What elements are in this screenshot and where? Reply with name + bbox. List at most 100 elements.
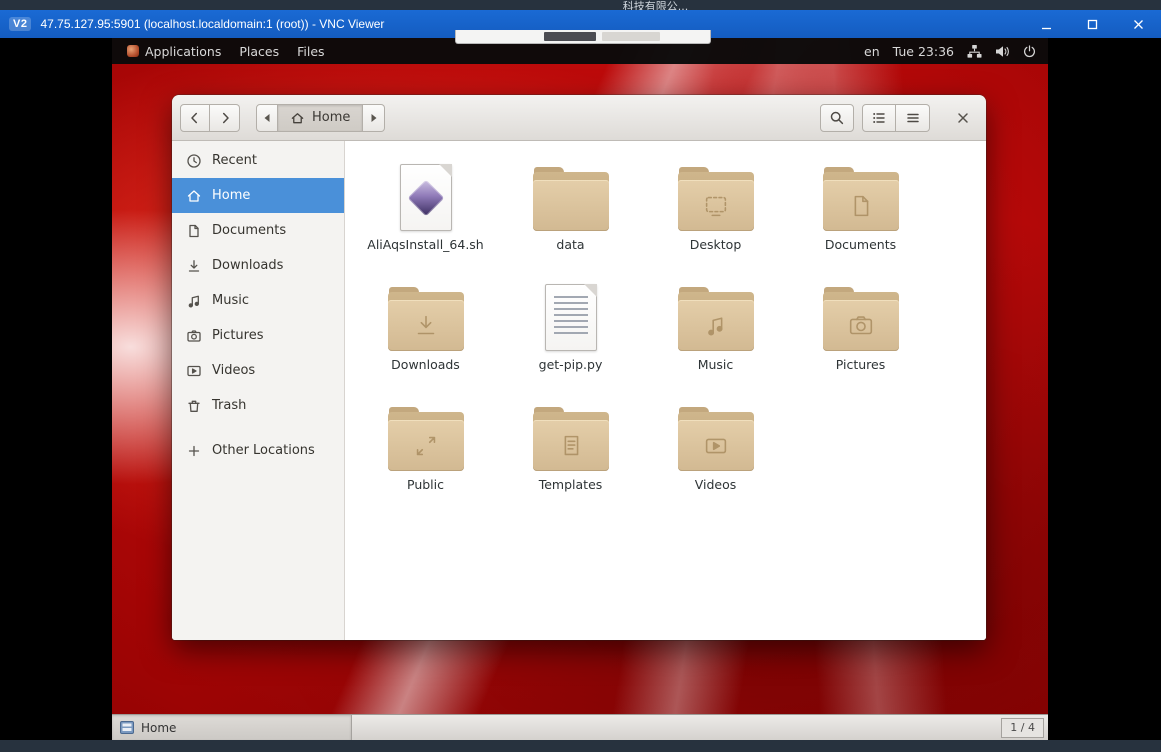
recent-icon bbox=[186, 153, 202, 169]
close-icon bbox=[956, 111, 970, 125]
file-item-music[interactable]: Music bbox=[651, 277, 781, 375]
close-button[interactable] bbox=[1115, 10, 1161, 38]
view-options-group bbox=[862, 104, 930, 132]
topbar-menu-files[interactable]: Files bbox=[288, 38, 333, 64]
topbar-menu-applications[interactable]: Applications bbox=[118, 38, 230, 64]
vnc-logo-icon: V2 bbox=[9, 17, 31, 31]
path-home-button[interactable]: Home bbox=[278, 104, 363, 132]
sidebar-item-documents[interactable]: Documents bbox=[172, 213, 344, 248]
file-label: Videos bbox=[695, 477, 737, 492]
file-label: get-pip.py bbox=[539, 357, 603, 372]
back-button[interactable] bbox=[180, 104, 210, 132]
file-item-downloads[interactable]: Downloads bbox=[361, 277, 491, 375]
file-manager-icon bbox=[120, 721, 134, 734]
sidebar-item-label: Other Locations bbox=[212, 443, 315, 458]
file-item-public[interactable]: Public bbox=[361, 397, 491, 495]
maximize-button[interactable] bbox=[1069, 10, 1115, 38]
close-icon bbox=[1133, 19, 1144, 30]
plus-icon bbox=[186, 443, 202, 459]
host-desktop-edge bbox=[0, 740, 1161, 752]
search-button[interactable] bbox=[820, 104, 854, 132]
chevron-left-icon bbox=[187, 110, 203, 126]
taskbar-window-button-home[interactable]: Home bbox=[112, 715, 352, 740]
file-item-templates[interactable]: Templates bbox=[506, 397, 636, 495]
forward-button[interactable] bbox=[210, 104, 240, 132]
list-view-button[interactable] bbox=[862, 104, 896, 132]
file-label: AliAqsInstall_64.sh bbox=[367, 237, 483, 252]
file-label: Templates bbox=[539, 477, 603, 492]
files-grid: AliAqsInstall_64.sh data Desktop Documents D… bbox=[345, 141, 986, 640]
host-background-window-title: 科技有限公... bbox=[0, 0, 1161, 10]
folder-icon bbox=[678, 277, 754, 351]
folder-icon bbox=[388, 277, 464, 351]
file-label: Desktop bbox=[690, 237, 742, 252]
file-item-get-pip-py[interactable]: get-pip.py bbox=[506, 277, 636, 375]
file-label: Pictures bbox=[836, 357, 886, 372]
host-screen: 科技有限公... V2 47.75.127.95:5901 (localhost… bbox=[0, 0, 1161, 752]
sidebar-item-home[interactable]: Home bbox=[172, 178, 344, 213]
sidebar-item-videos[interactable]: Videos bbox=[172, 353, 344, 388]
bottom-panel: Home 1 / 4 bbox=[112, 714, 1048, 740]
path-label: Home bbox=[312, 110, 350, 125]
window-close-button[interactable] bbox=[950, 104, 976, 132]
chevron-right-icon bbox=[217, 110, 233, 126]
file-item-aliaqsinstall-64-sh[interactable]: AliAqsInstall_64.sh bbox=[361, 157, 491, 255]
downloads-emblem-icon bbox=[388, 300, 464, 351]
window-controls bbox=[1023, 10, 1161, 38]
sidebar-item-other-locations[interactable]: Other Locations bbox=[172, 433, 344, 468]
file-item-data[interactable]: data bbox=[506, 157, 636, 255]
sidebar-item-pictures[interactable]: Pictures bbox=[172, 318, 344, 353]
sidebar-item-label: Recent bbox=[212, 153, 257, 168]
sidebar-item-music[interactable]: Music bbox=[172, 283, 344, 318]
music-icon bbox=[186, 293, 202, 309]
remote-desktop: ApplicationsPlaces Files en Tue 23:36 bbox=[112, 38, 1048, 740]
sidebar-item-recent[interactable]: Recent bbox=[172, 143, 344, 178]
folder-icon bbox=[678, 397, 754, 471]
power-icon[interactable] bbox=[1023, 45, 1036, 58]
folder-icon bbox=[533, 397, 609, 471]
network-icon[interactable] bbox=[967, 45, 982, 58]
volume-icon[interactable] bbox=[995, 45, 1010, 58]
file-label: data bbox=[556, 237, 584, 252]
none-emblem-icon bbox=[533, 180, 609, 231]
sidebar-item-label: Videos bbox=[212, 363, 255, 378]
documents-emblem-icon bbox=[823, 180, 899, 231]
minimize-button[interactable] bbox=[1023, 10, 1069, 38]
sidebar-item-label: Home bbox=[212, 188, 250, 203]
files-headerbar: Home bbox=[172, 95, 986, 141]
host-top-text: 科技有限公... bbox=[623, 0, 689, 10]
trash-icon bbox=[186, 398, 202, 414]
maximize-icon bbox=[1087, 19, 1098, 30]
topbar-menu-places[interactable]: Places bbox=[230, 38, 288, 64]
templates-emblem-icon bbox=[533, 420, 609, 471]
path-scroll-right-button[interactable] bbox=[363, 104, 385, 132]
file-item-pictures[interactable]: Pictures bbox=[796, 277, 926, 375]
video-icon bbox=[186, 363, 202, 379]
sidebar-item-label: Music bbox=[212, 293, 249, 308]
keyboard-layout-indicator[interactable]: en bbox=[864, 44, 880, 59]
gnome-status-area: en Tue 23:36 bbox=[864, 44, 1048, 59]
home-icon bbox=[186, 188, 202, 204]
sidebar-item-trash[interactable]: Trash bbox=[172, 388, 344, 423]
shell-script-icon bbox=[400, 157, 452, 231]
vnc-toolbar-segment bbox=[544, 32, 596, 41]
desktop-emblem-icon bbox=[678, 180, 754, 231]
menu-button[interactable] bbox=[896, 104, 930, 132]
workspace-indicator[interactable]: 1 / 4 bbox=[1001, 718, 1044, 738]
applications-icon bbox=[127, 45, 139, 57]
file-label: Documents bbox=[825, 237, 896, 252]
path-scroll-left-button[interactable] bbox=[256, 104, 278, 132]
list-view-icon bbox=[871, 110, 887, 126]
file-item-videos[interactable]: Videos bbox=[651, 397, 781, 495]
workspace-indicator-label: 1 / 4 bbox=[1010, 721, 1035, 734]
folder-icon bbox=[678, 157, 754, 231]
file-item-desktop[interactable]: Desktop bbox=[651, 157, 781, 255]
sidebar-item-downloads[interactable]: Downloads bbox=[172, 248, 344, 283]
clock[interactable]: Tue 23:36 bbox=[893, 44, 954, 59]
sidebar-item-label: Trash bbox=[212, 398, 246, 413]
vnc-collapsed-toolbar[interactable] bbox=[455, 30, 711, 44]
topbar-menu-label: Files bbox=[297, 44, 324, 59]
path-bar: Home bbox=[256, 104, 385, 132]
history-nav-group bbox=[180, 104, 240, 132]
file-item-documents[interactable]: Documents bbox=[796, 157, 926, 255]
